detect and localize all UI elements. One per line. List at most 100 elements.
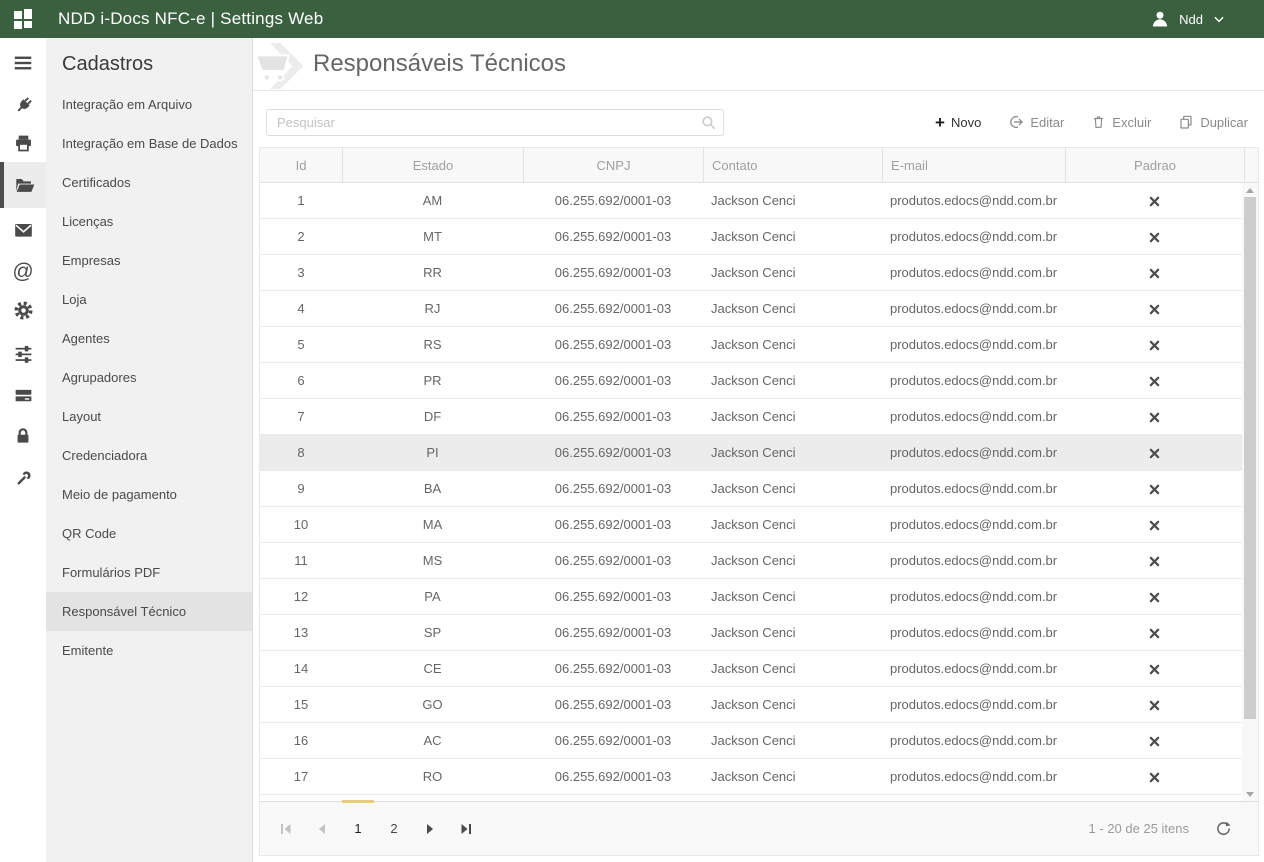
lock-icon: [13, 426, 33, 446]
sidebar-item[interactable]: Integração em Arquivo: [46, 85, 252, 124]
new-button[interactable]: + Novo: [935, 114, 981, 131]
page-button-1[interactable]: 1: [340, 802, 376, 856]
last-page-button[interactable]: [448, 802, 484, 856]
prev-page-button[interactable]: [304, 802, 340, 856]
cell-padrao: [1065, 219, 1244, 254]
rail-item-tools[interactable]: [0, 466, 46, 490]
not-default-icon: [1149, 268, 1160, 279]
toolbar-actions: + Novo Editar Excluir: [935, 114, 1248, 131]
cell-estado: RJ: [342, 291, 523, 326]
table-row[interactable]: 15 GO 06.255.692/0001-03 Jackson Cenci p…: [260, 687, 1244, 723]
not-default-icon: [1149, 592, 1160, 603]
table-row[interactable]: 10 MA 06.255.692/0001-03 Jackson Cenci p…: [260, 507, 1244, 543]
table-row[interactable]: 16 AC 06.255.692/0001-03 Jackson Cenci p…: [260, 723, 1244, 759]
app-title: NDD i-Docs NFC-e | Settings Web: [58, 9, 323, 29]
table-row[interactable]: 12 PA 06.255.692/0001-03 Jackson Cenci p…: [260, 579, 1244, 615]
rail-item-servers[interactable]: [0, 383, 46, 407]
sidebar-item[interactable]: Loja: [46, 280, 252, 319]
cell-cnpj: 06.255.692/0001-03: [523, 219, 703, 254]
cell-estado: DF: [342, 399, 523, 434]
cell-email: produtos.edocs@ndd.com.br: [882, 327, 1065, 362]
sidebar-item[interactable]: Certificados: [46, 163, 252, 202]
sidebar-item[interactable]: Layout: [46, 397, 252, 436]
grid-logo-icon[interactable]: [10, 6, 36, 32]
edit-button[interactable]: Editar: [1008, 114, 1064, 131]
cell-contato: Jackson Cenci: [703, 579, 882, 614]
rail-item-parameters[interactable]: [0, 341, 46, 365]
sidebar-item[interactable]: Responsável Técnico: [46, 592, 252, 631]
scroll-up-icon[interactable]: [1242, 183, 1258, 197]
column-header-email[interactable]: E-mail: [882, 148, 1065, 183]
sidebar-item[interactable]: Licenças: [46, 202, 252, 241]
table-row[interactable]: 2 MT 06.255.692/0001-03 Jackson Cenci pr…: [260, 219, 1244, 255]
cell-cnpj: 06.255.692/0001-03: [523, 291, 703, 326]
rail-item-menu[interactable]: [0, 51, 46, 75]
rail-item-cadastros-active[interactable]: [0, 162, 46, 208]
table-row[interactable]: 14 CE 06.255.692/0001-03 Jackson Cenci p…: [260, 651, 1244, 687]
rail-item-settings[interactable]: [0, 298, 46, 322]
column-header-padrao[interactable]: Padrao: [1065, 148, 1244, 183]
column-header-id[interactable]: Id: [260, 148, 342, 183]
duplicate-button[interactable]: Duplicar: [1178, 114, 1248, 131]
search-icon[interactable]: [700, 114, 717, 136]
first-page-button[interactable]: [268, 802, 304, 856]
scroll-down-icon[interactable]: [1242, 787, 1258, 801]
table-row[interactable]: 1 AM 06.255.692/0001-03 Jackson Cenci pr…: [260, 183, 1244, 219]
not-default-icon: [1149, 232, 1160, 243]
table-row[interactable]: 11 MS 06.255.692/0001-03 Jackson Cenci p…: [260, 543, 1244, 579]
rail-item-email-config[interactable]: @: [0, 259, 46, 283]
sidebar-item[interactable]: Meio de pagamento: [46, 475, 252, 514]
search-input[interactable]: [266, 109, 724, 136]
user-menu[interactable]: Ndd: [1150, 9, 1226, 29]
cell-estado: SP: [342, 615, 523, 650]
delete-button-label: Excluir: [1112, 115, 1151, 130]
sidebar-item[interactable]: Integração em Base de Dados: [46, 124, 252, 163]
page-button-2[interactable]: 2: [376, 802, 412, 856]
scrollbar-thumb[interactable]: [1244, 197, 1256, 719]
table-row[interactable]: 5 RS 06.255.692/0001-03 Jackson Cenci pr…: [260, 327, 1244, 363]
table-row[interactable]: 6 PR 06.255.692/0001-03 Jackson Cenci pr…: [260, 363, 1244, 399]
cell-email: produtos.edocs@ndd.com.br: [882, 291, 1065, 326]
sidebar-item[interactable]: Formulários PDF: [46, 553, 252, 592]
rail-item-print[interactable]: [0, 131, 46, 155]
column-header-cnpj[interactable]: CNPJ: [523, 148, 703, 183]
sidebar-item[interactable]: Agentes: [46, 319, 252, 358]
cell-email: produtos.edocs@ndd.com.br: [882, 183, 1065, 218]
rail-item-mail[interactable]: [0, 218, 46, 242]
cell-contato: Jackson Cenci: [703, 291, 882, 326]
prev-page-icon: [316, 823, 328, 835]
sidebar-item[interactable]: Credenciadora: [46, 436, 252, 475]
last-page-icon: [460, 823, 472, 835]
cell-id: 14: [260, 651, 342, 686]
rail-item-integrations[interactable]: [0, 93, 46, 117]
refresh-button[interactable]: [1215, 820, 1232, 837]
table-row[interactable]: 7 DF 06.255.692/0001-03 Jackson Cenci pr…: [260, 399, 1244, 435]
data-grid: Id Estado CNPJ Contato E-mail Padrao 1 A…: [259, 147, 1259, 856]
cell-email: produtos.edocs@ndd.com.br: [882, 687, 1065, 722]
table-row[interactable]: 9 BA 06.255.692/0001-03 Jackson Cenci pr…: [260, 471, 1244, 507]
cell-padrao: [1065, 255, 1244, 290]
table-row[interactable]: 4 RJ 06.255.692/0001-03 Jackson Cenci pr…: [260, 291, 1244, 327]
cell-estado: MT: [342, 219, 523, 254]
sidebar-item[interactable]: QR Code: [46, 514, 252, 553]
column-header-contato[interactable]: Contato: [703, 148, 882, 183]
topbar: NDD i-Docs NFC-e | Settings Web Ndd: [0, 0, 1264, 38]
column-header-estado[interactable]: Estado: [342, 148, 523, 183]
table-scrollbar[interactable]: [1242, 183, 1258, 801]
sidebar-item[interactable]: Agrupadores: [46, 358, 252, 397]
rail-item-security[interactable]: [0, 424, 46, 448]
cell-id: 2: [260, 219, 342, 254]
sidebar-item[interactable]: Emitente: [46, 631, 252, 670]
grid-body: 1 AM 06.255.692/0001-03 Jackson Cenci pr…: [260, 183, 1258, 801]
table-row[interactable]: 13 SP 06.255.692/0001-03 Jackson Cenci p…: [260, 615, 1244, 651]
delete-button[interactable]: Excluir: [1091, 114, 1151, 131]
not-default-icon: [1149, 340, 1160, 351]
cell-padrao: [1065, 579, 1244, 614]
table-row[interactable]: 3 RR 06.255.692/0001-03 Jackson Cenci pr…: [260, 255, 1244, 291]
pager: 1 2 1 - 20 de 25 itens: [260, 801, 1258, 855]
next-page-button[interactable]: [412, 802, 448, 856]
sidebar-item[interactable]: Empresas: [46, 241, 252, 280]
table-row[interactable]: 8 PI 06.255.692/0001-03 Jackson Cenci pr…: [260, 435, 1244, 471]
cell-id: 11: [260, 543, 342, 578]
table-row[interactable]: 17 RO 06.255.692/0001-03 Jackson Cenci p…: [260, 759, 1244, 795]
